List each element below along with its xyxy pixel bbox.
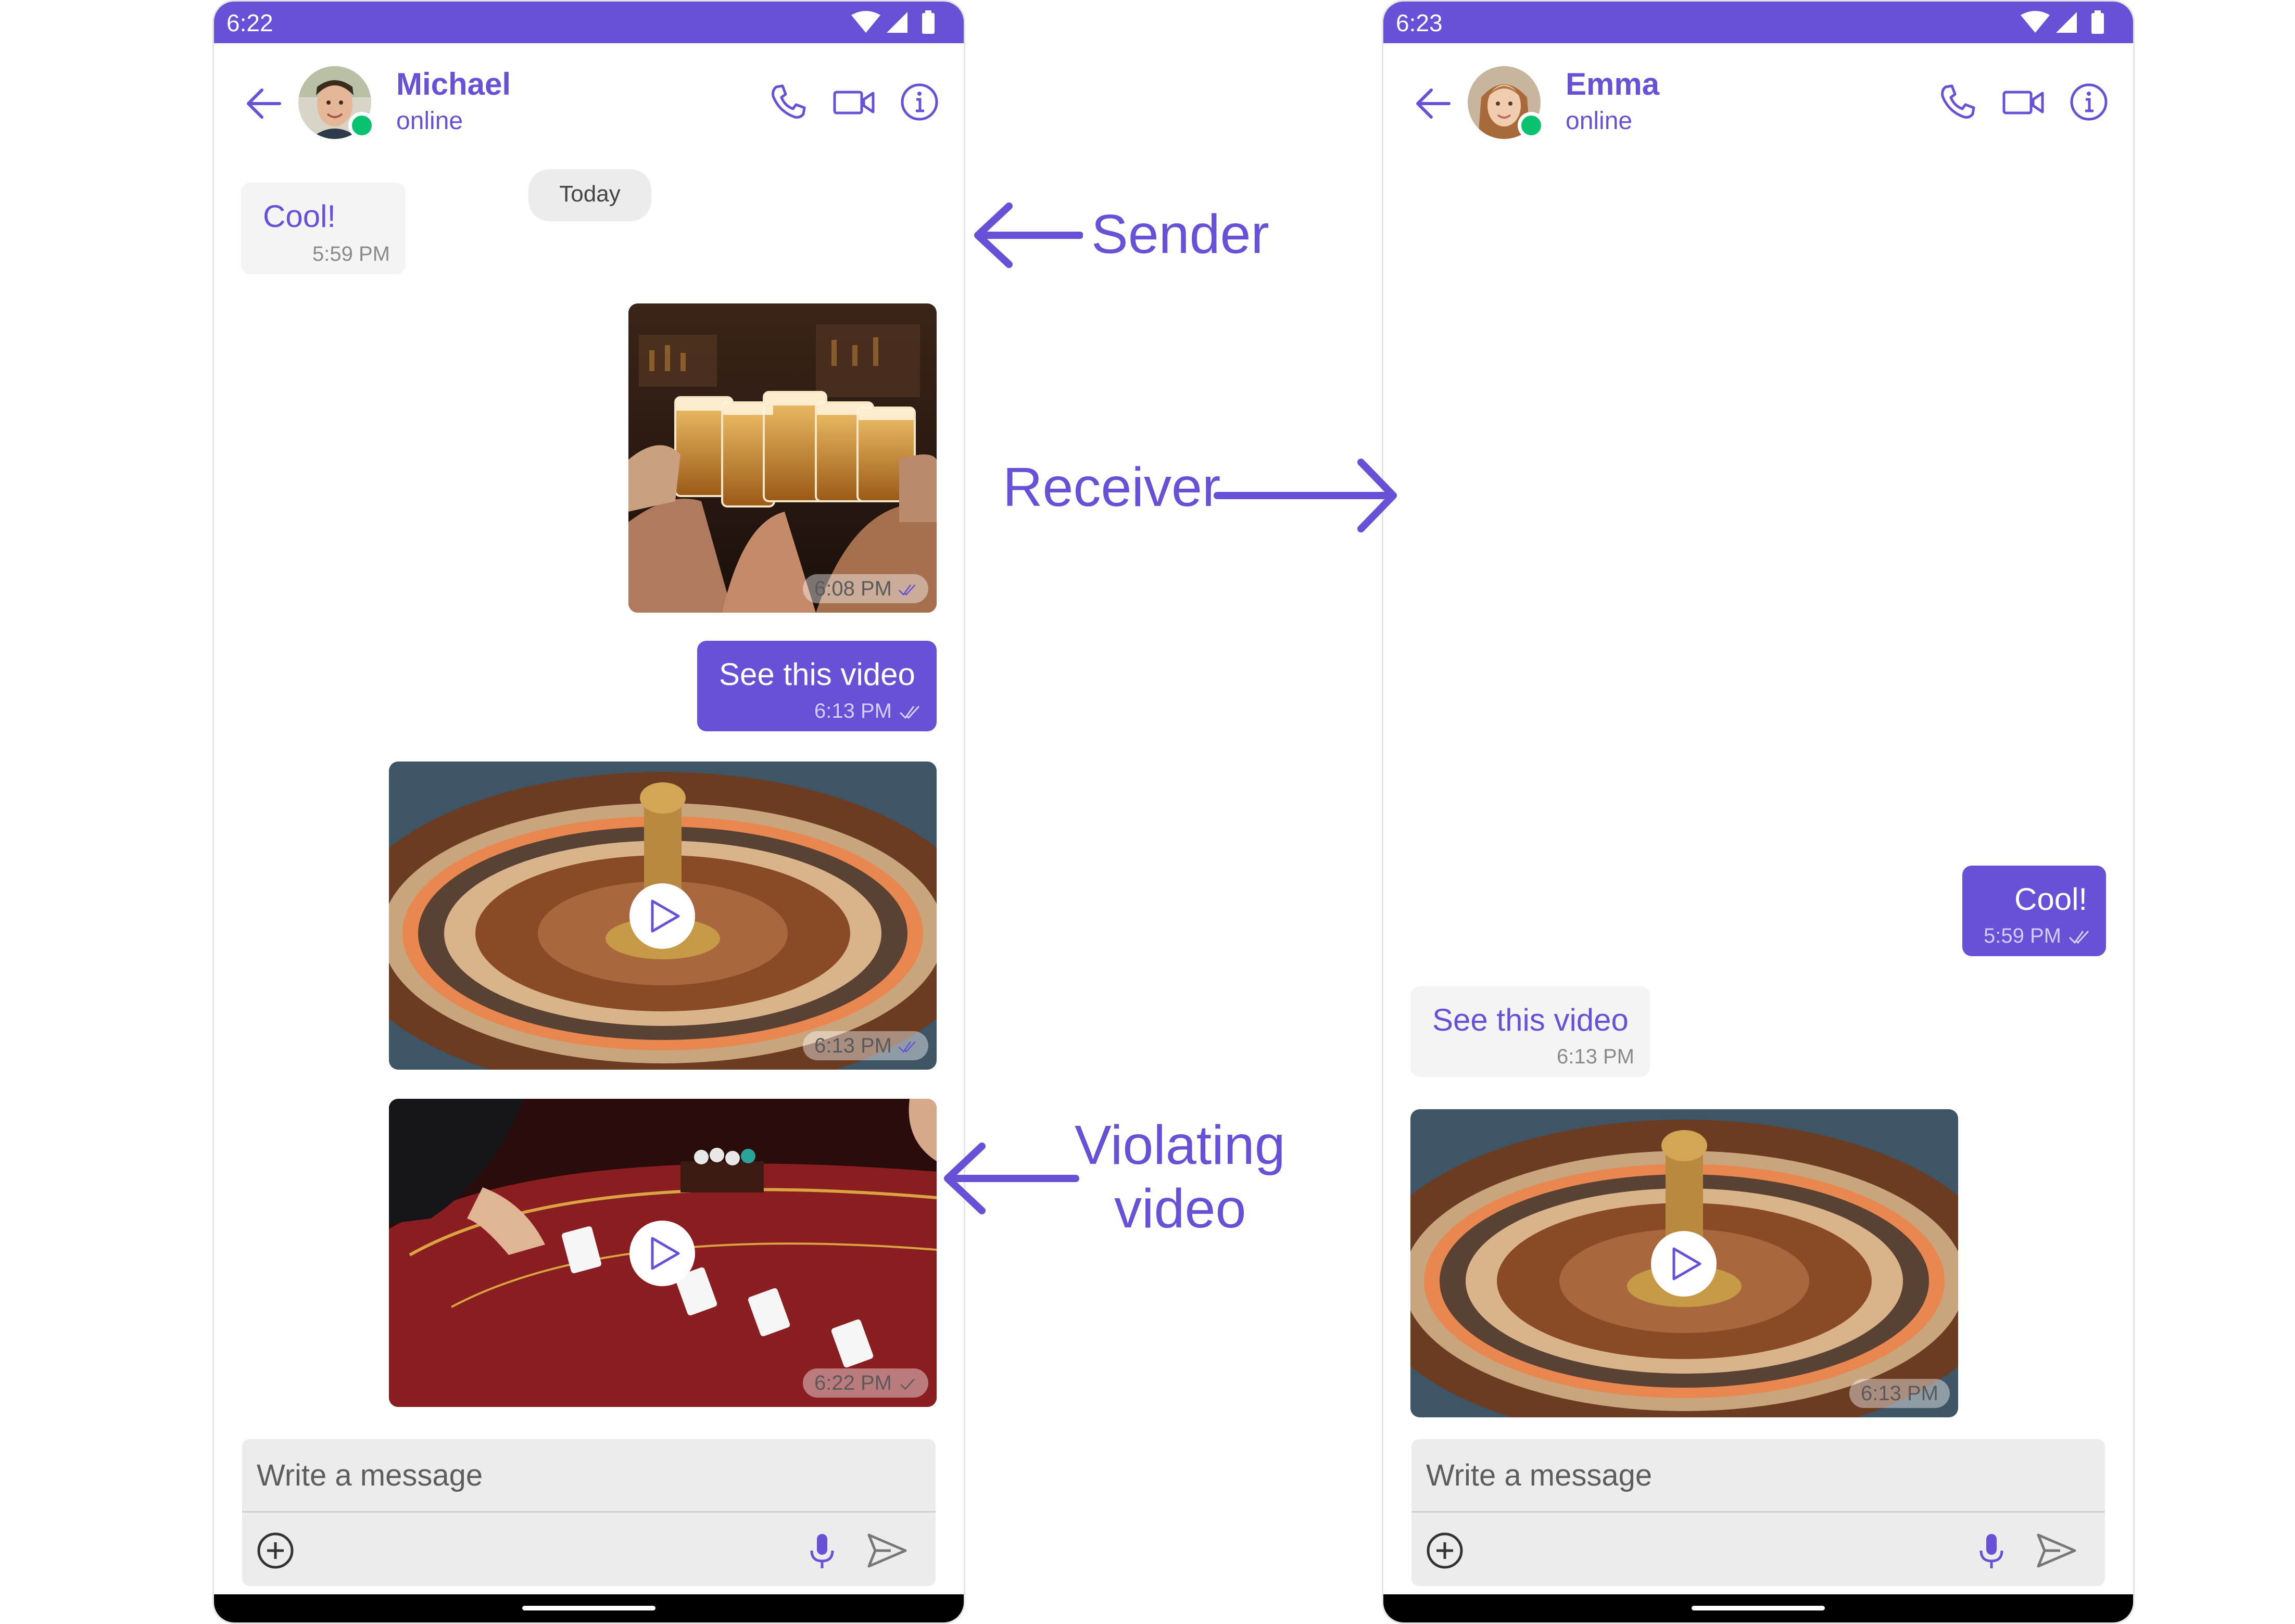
date-divider: Today — [528, 169, 651, 221]
message-time: 5:59 PM — [312, 243, 390, 265]
back-arrow-icon[interactable] — [243, 83, 285, 124]
contact-name: Michael — [396, 67, 511, 102]
message-composer: Write a message — [242, 1439, 936, 1586]
phone-icon[interactable] — [1935, 80, 1980, 124]
message-time: 6:13 PM — [1557, 1045, 1634, 1068]
check-icon — [900, 1379, 915, 1390]
microphone-icon[interactable] — [1970, 1529, 2013, 1572]
message-timestamp: 6:22 PM — [803, 1368, 928, 1398]
message-time: 5:59 PM — [1984, 924, 2061, 947]
status-icons — [2021, 10, 2104, 34]
send-icon[interactable] — [865, 1529, 909, 1572]
incoming-message[interactable]: Cool! 5:59 PM — [241, 183, 406, 274]
message-input[interactable]: Write a message — [257, 1458, 483, 1493]
message-composer: Write a message — [1411, 1439, 2105, 1586]
phone-icon[interactable] — [766, 80, 811, 124]
chat-header: Emma online — [1383, 43, 2133, 158]
back-arrow-icon[interactable] — [1413, 83, 1454, 124]
image-message[interactable]: 6:08 PM — [628, 303, 937, 613]
message-time-row: 5:59 PM — [1984, 924, 2090, 948]
play-button[interactable] — [629, 883, 695, 949]
online-indicator — [348, 112, 375, 139]
home-indicator[interactable] — [522, 1606, 655, 1610]
status-time: 6:22 — [226, 9, 273, 36]
contact-status: online — [396, 107, 463, 135]
message-text: See this video — [1432, 1003, 1629, 1037]
message-text: Cool! — [2014, 882, 2088, 917]
violating-arrow-icon — [944, 1143, 1079, 1214]
plus-circle-icon[interactable] — [1423, 1529, 1467, 1572]
outgoing-message[interactable]: Cool! 5:59 PM — [1962, 866, 2106, 956]
sender-label: Sender — [1091, 204, 1269, 265]
send-icon[interactable] — [2034, 1529, 2078, 1572]
message-time: 6:22 PM — [814, 1372, 892, 1394]
violating-video-message[interactable]: 6:22 PM — [389, 1099, 937, 1407]
play-icon — [651, 899, 680, 933]
double-check-icon — [2069, 931, 2089, 944]
receiver-phone: 6:23 Emma online Cool! 5:59 PM See this … — [1382, 0, 2135, 1624]
contact-status: online — [1566, 107, 1633, 135]
video-camera-icon[interactable] — [2001, 80, 2046, 124]
contact-name: Emma — [1566, 67, 1660, 102]
plus-circle-icon[interactable] — [254, 1529, 297, 1572]
microphone-icon[interactable] — [800, 1529, 844, 1572]
message-time-row: 6:13 PM — [814, 700, 921, 723]
sender-arrow-icon — [974, 202, 1083, 268]
message-text: See this video — [719, 657, 915, 692]
play-button[interactable] — [629, 1221, 695, 1286]
incoming-message[interactable]: See this video 6:13 PM — [1410, 986, 1650, 1077]
status-bar: 6:22 — [214, 2, 964, 43]
info-icon[interactable] — [897, 80, 942, 124]
navigation-bar — [214, 1594, 964, 1622]
info-icon[interactable] — [2066, 80, 2111, 124]
message-timestamp: 6:13 PM — [803, 1031, 928, 1060]
video-camera-icon[interactable] — [831, 80, 876, 124]
online-indicator — [1518, 112, 1545, 139]
status-time: 6:23 — [1396, 9, 1443, 36]
play-icon — [651, 1237, 680, 1270]
outgoing-message[interactable]: See this video 6:13 PM — [697, 641, 937, 731]
composer-divider — [242, 1511, 936, 1513]
double-check-icon — [898, 585, 916, 596]
message-timestamp: 6:08 PM — [803, 574, 928, 603]
message-text: Cool! — [263, 199, 336, 234]
status-icons — [851, 10, 935, 34]
message-time: 6:08 PM — [814, 577, 892, 600]
status-bar: 6:23 — [1383, 2, 2133, 43]
double-check-icon — [899, 706, 920, 719]
double-check-icon — [898, 1042, 916, 1053]
home-indicator[interactable] — [1692, 1606, 1825, 1610]
message-time: 6:13 PM — [814, 1034, 892, 1057]
video-message[interactable]: 6:13 PM — [1410, 1109, 1958, 1417]
play-icon — [1672, 1247, 1701, 1280]
chat-header: Michael online — [214, 43, 964, 158]
video-message[interactable]: 6:13 PM — [389, 762, 937, 1070]
receiver-label: Receiver — [1003, 456, 1221, 518]
sender-phone: 6:22 Michael online Cool! 5:59 PM Today … — [212, 0, 965, 1624]
message-timestamp: 6:13 PM — [1849, 1379, 1950, 1408]
message-input[interactable]: Write a message — [1426, 1458, 1652, 1493]
navigation-bar — [1383, 1594, 2133, 1622]
message-time: 6:13 PM — [814, 700, 892, 722]
composer-divider — [1411, 1511, 2105, 1513]
violating-label-line2: video — [1114, 1178, 1246, 1239]
play-button[interactable] — [1651, 1231, 1717, 1297]
receiver-arrow-icon — [1214, 459, 1397, 532]
message-time: 6:13 PM — [1861, 1382, 1938, 1405]
violating-label-line1: Violating — [1075, 1114, 1285, 1176]
